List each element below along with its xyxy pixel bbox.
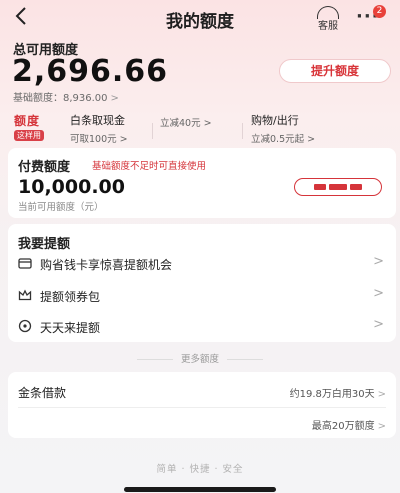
loan-max-text: 最高20万额度 <box>311 421 375 432</box>
usage-item-sub: 立减0.5元起 > <box>251 134 316 145</box>
boost-item[interactable]: 购省钱卡享惊喜提额机会 > <box>8 248 396 279</box>
blurred-label-bar <box>329 184 347 190</box>
notification-badge: 2 <box>373 5 386 18</box>
blurred-label-bar <box>350 184 362 190</box>
home-indicator[interactable] <box>124 487 276 492</box>
service-label: 客服 <box>318 21 338 32</box>
total-credit-amount: 2,696.66 <box>12 54 169 89</box>
more-credit-divider: 更多额度 <box>0 351 400 365</box>
customer-service-button[interactable]: 客服 <box>312 6 344 32</box>
loan-title: 金条借款 <box>18 386 67 400</box>
usage-item-discount[interactable]: 立减40元 > <box>160 112 212 129</box>
chevron-right-icon: > <box>377 421 386 432</box>
boost-credit-card: 我要提额 购省钱卡享惊喜提额机会 > 提额领券包 > 天天来提额 > <box>8 224 396 342</box>
divider <box>152 123 153 139</box>
credit-usage-strip: 额度 这样用 白条取现金 可取100元 > 立减40元 > 购物/出行 立减0.… <box>8 109 396 145</box>
boost-item[interactable]: 提额领券包 > <box>8 280 396 311</box>
divider <box>18 407 386 408</box>
chevron-right-icon: > <box>373 286 384 301</box>
base-credit-text: 基础额度：8,936.00 <box>13 93 108 104</box>
usage-item-sub: 立减40元 > <box>160 118 212 129</box>
usage-tab-pill: 这样用 <box>14 130 44 141</box>
boost-item[interactable]: 天天来提额 > <box>8 311 396 342</box>
divider <box>242 123 243 139</box>
usage-item-title: 购物/出行 <box>251 114 299 127</box>
loan-offer: 约19.8万白用30天 > <box>290 385 386 400</box>
card-icon <box>18 258 32 269</box>
chevron-right-icon: > <box>110 93 119 104</box>
usage-tab-label: 额度 <box>14 114 41 128</box>
loan-offer-text: 约19.8万白用30天 <box>289 389 375 400</box>
boost-item-label: 购省钱卡享惊喜提额机会 <box>40 258 173 272</box>
usage-item-shopping[interactable]: 购物/出行 立减0.5元起 > <box>251 112 315 145</box>
usage-item-title: 白条取现金 <box>70 114 125 127</box>
paid-credit-note: 基础额度不足时可直接使用 <box>92 161 207 172</box>
paid-credit-action-button[interactable] <box>294 178 382 196</box>
usage-item-cash[interactable]: 白条取现金 可取100元 > <box>70 112 128 145</box>
footer-slogan: 简单 · 快捷 · 安全 <box>156 464 244 475</box>
boost-item-label: 提额领券包 <box>40 290 101 304</box>
chevron-right-icon: > <box>377 389 386 400</box>
raise-credit-button[interactable]: 提升额度 <box>279 59 391 83</box>
paid-credit-card: 付费额度 基础额度不足时可直接使用 10,000.00 当前可用额度（元） <box>8 148 396 218</box>
blurred-label-bar <box>314 184 326 190</box>
chevron-right-icon: > <box>373 317 384 332</box>
top-bar: 我的额度 客服 ··· 2 <box>0 0 400 34</box>
chevron-right-icon: > <box>373 254 384 269</box>
loan-card[interactable]: 金条借款 约19.8万白用30天 > 最高20万额度 > <box>8 372 396 438</box>
paid-credit-sub: 当前可用额度（元） <box>18 202 104 213</box>
paid-credit-amount: 10,000.00 <box>18 176 125 198</box>
usage-item-sub: 可取100元 > <box>70 134 128 145</box>
loan-max: 最高20万额度 > <box>312 417 386 432</box>
target-icon <box>18 319 32 333</box>
base-credit-link[interactable]: 基础额度：8,936.00 > <box>13 89 119 104</box>
boost-item-label: 天天来提额 <box>40 321 101 335</box>
crown-icon <box>18 289 32 301</box>
paid-credit-title: 付费额度 <box>18 160 71 175</box>
usage-tab-credit[interactable]: 额度 这样用 <box>14 112 44 141</box>
